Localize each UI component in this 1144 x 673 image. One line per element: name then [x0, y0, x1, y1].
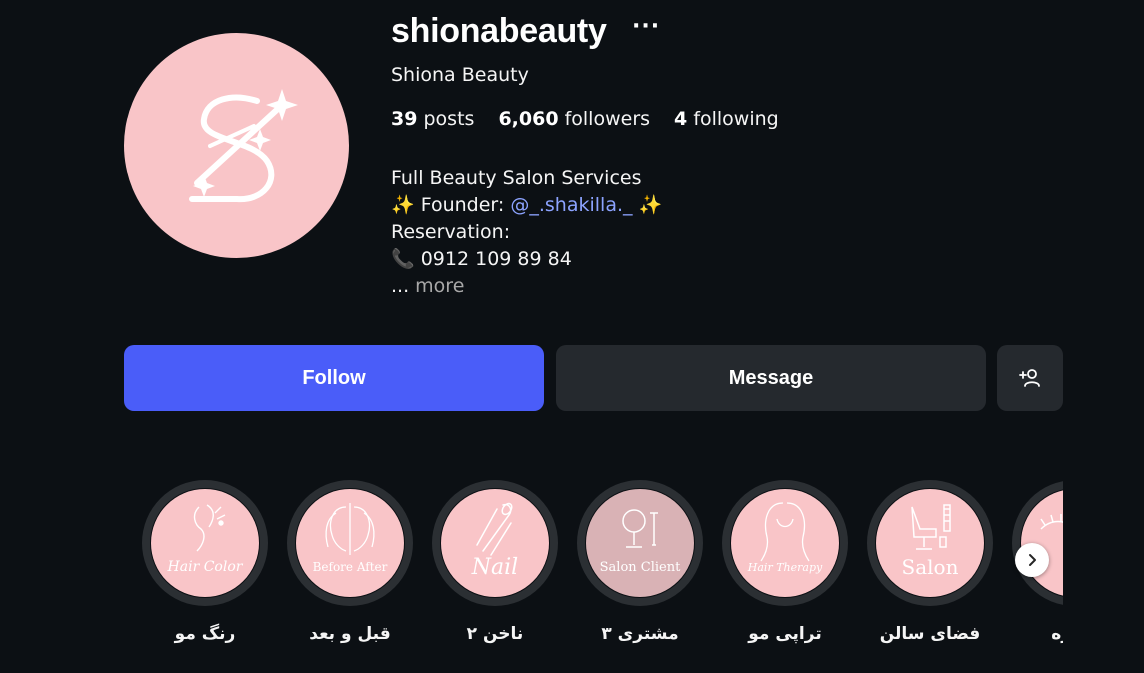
highlight-cover: Nail: [441, 489, 549, 597]
highlight-label: فضای سالن: [879, 624, 981, 644]
bio-more-link[interactable]: more: [415, 275, 464, 297]
shiona-logo-icon: [188, 88, 298, 202]
bio-line-founder: ✨ Founder: @_.shakilla._ ✨: [391, 192, 662, 219]
add-user-icon: [1019, 369, 1040, 387]
profile-bio: Full Beauty Salon Services ✨ Founder: @_…: [391, 165, 662, 300]
bio-line-phone: 📞 0912 109 89 84: [391, 246, 662, 273]
highlight-cover-text: Nail: [471, 554, 519, 580]
founder-mention-link[interactable]: @_.shakilla._: [510, 194, 632, 216]
highlight-label: تراپی مو: [748, 624, 822, 644]
bio-line-services: Full Beauty Salon Services: [391, 167, 642, 189]
highlight-cover-text: Hair Color: [167, 559, 243, 575]
profile-full-name: Shiona Beauty: [391, 64, 529, 86]
sparkle-icon: ✨: [638, 194, 663, 216]
suggested-accounts-button[interactable]: [997, 345, 1063, 411]
before-after-icon: [325, 503, 375, 555]
highlight-ring: Hair Color: [142, 480, 268, 606]
more-options-icon[interactable]: ···: [632, 14, 660, 39]
highlight-item[interactable]: Hair Color رنگ مو: [140, 480, 270, 644]
highlight-label: قبل و بعد: [309, 624, 391, 644]
highlight-label: رنگ مو: [174, 624, 236, 644]
highlight-label: ناخن ۲: [466, 624, 524, 644]
highlight-cover: Hair Therapy: [731, 489, 839, 597]
highlight-cover-text: Before After: [312, 560, 388, 574]
chevron-right-icon: [1029, 554, 1036, 566]
following-count: 4: [674, 108, 688, 130]
followers-count: 6,060: [498, 108, 559, 130]
followers-label: followers: [564, 108, 651, 130]
highlight-item[interactable]: Hair Therapy تراپی مو: [720, 480, 850, 644]
posts-label: posts: [423, 108, 475, 130]
highlight-item[interactable]: Before After قبل و بعد: [285, 480, 415, 644]
stat-followers[interactable]: 6,060 followers: [498, 108, 650, 130]
follow-button[interactable]: Follow: [124, 345, 544, 411]
mirror-icon: [622, 509, 658, 548]
highlight-cover: Salon: [876, 489, 984, 597]
highlight-cover: Salon Client: [586, 489, 694, 597]
highlight-cover: Before After: [296, 489, 404, 597]
highlight-item[interactable]: Salon Client مشتری ۳: [575, 480, 705, 644]
highlight-item[interactable]: Nail ناخن ۲: [430, 480, 560, 644]
more-prefix: ...: [391, 275, 416, 297]
highlight-label: مشتری ۳: [601, 624, 679, 644]
highlight-cover-text: Hair Therapy: [747, 560, 823, 574]
founder-prefix: Founder:: [420, 194, 511, 216]
story-highlights: Hair Color رنگ مو Before After قبل و بعد…: [140, 480, 1063, 660]
posts-count: 39: [391, 108, 418, 130]
highlight-label: و مژه: [1051, 624, 1063, 644]
highlight-cover-text: Salon: [901, 555, 959, 579]
highlight-item[interactable]: Salon فضای سالن: [865, 480, 995, 644]
stat-following[interactable]: 4 following: [674, 108, 779, 130]
following-label: following: [693, 108, 779, 130]
profile-stats: 39 posts 6,060 followers 4 following: [391, 108, 779, 130]
highlight-cover: Hair Color: [151, 489, 259, 597]
message-button[interactable]: Message: [556, 345, 986, 411]
stat-posts[interactable]: 39 posts: [391, 108, 474, 130]
hair-color-icon: [193, 504, 226, 552]
profile-username: shionabeauty: [391, 12, 607, 50]
sparkle-icon: ✨: [391, 194, 415, 216]
highlights-next-button[interactable]: [1015, 543, 1049, 577]
nail-icon: [476, 502, 513, 556]
profile-avatar[interactable]: [124, 33, 349, 258]
phone-icon: 📞: [391, 248, 415, 270]
profile-page: shionabeauty ··· Shiona Beauty 39 posts …: [0, 0, 1144, 673]
hair-therapy-icon: [760, 502, 810, 562]
salon-chair-icon: [911, 504, 951, 550]
highlight-cover-text: Salon Client: [599, 559, 681, 575]
bio-more[interactable]: ... more: [391, 273, 662, 300]
phone-number: 0912 109 89 84: [420, 248, 572, 270]
bio-line-reservation: Reservation:: [391, 221, 511, 243]
